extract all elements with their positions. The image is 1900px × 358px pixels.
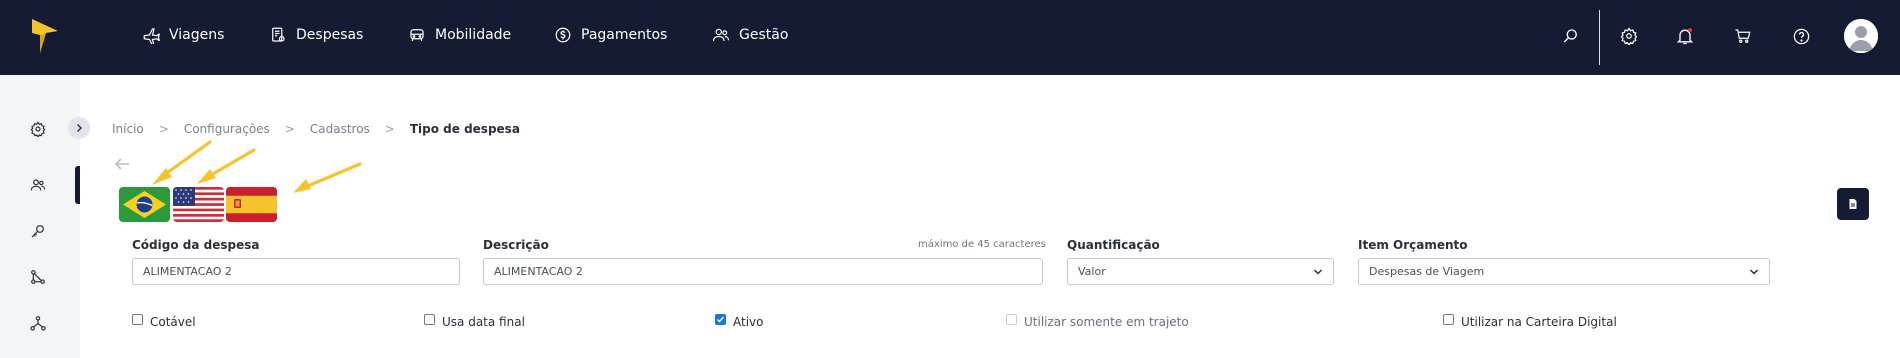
chevron-right-icon (77, 124, 82, 132)
nav-despesas-label: Despesas (296, 27, 364, 43)
top-navbar: Viagens Despesas Mobilidade Pagamentos G… (0, 0, 1900, 75)
car-icon (406, 24, 428, 46)
item-orcamento-label: Item Orçamento (1358, 238, 1468, 252)
key-icon[interactable] (26, 219, 50, 243)
codigo-label: Código da despesa (132, 238, 260, 252)
active-indicator (75, 166, 80, 204)
users-icon[interactable] (26, 173, 50, 197)
airplane-icon (140, 24, 162, 46)
flag-spain[interactable] (226, 187, 277, 222)
flag-usa[interactable] (173, 187, 224, 222)
quantificacao-label: Quantificação (1067, 238, 1160, 252)
item-orcamento-value: Despesas de Viagem (1369, 265, 1485, 278)
checkbox-carteira-digital[interactable]: Utilizar na Carteira Digital (1443, 314, 1617, 329)
nav-viagens[interactable]: Viagens (140, 22, 224, 48)
expand-sidebar-button[interactable] (68, 117, 90, 139)
breadcrumb-current: Tipo de despesa (409, 122, 520, 136)
bell-icon[interactable] (1672, 23, 1698, 49)
checkbox-box[interactable] (132, 314, 143, 325)
breadcrumb-separator: > (158, 122, 169, 136)
gear-icon[interactable] (1616, 23, 1642, 49)
nav-viagens-label: Viagens (169, 27, 225, 43)
gear-icon[interactable] (26, 117, 50, 141)
breadcrumb-cadastros[interactable]: Cadastros (310, 122, 370, 136)
nav-gestao[interactable]: Gestão (710, 22, 788, 48)
check-icon (716, 316, 725, 323)
left-rail (0, 75, 80, 358)
search-icon[interactable] (1558, 23, 1584, 49)
dollar-coin-icon (552, 24, 574, 46)
breadcrumb-configuracoes[interactable]: Configurações (184, 122, 270, 136)
codigo-value: ALIMENTACAO 2 (143, 265, 232, 278)
nav-gestao-label: Gestão (739, 27, 789, 43)
nav-mobilidade-label: Mobilidade (435, 27, 512, 43)
breadcrumb-separator: > (384, 122, 395, 136)
descricao-label: Descrição (483, 238, 549, 252)
checkbox-box[interactable] (1443, 314, 1454, 325)
hierarchy-icon[interactable] (26, 311, 50, 335)
checkbox-usa-data-final-label: Usa data final (442, 315, 525, 329)
breadcrumb: Início > Configurações > Cadastros > Tip… (112, 122, 520, 136)
nav-pagamentos-label: Pagamentos (581, 27, 668, 43)
checkbox-box[interactable] (424, 314, 435, 325)
checkbox-carteira-digital-label: Utilizar na Carteira Digital (1461, 315, 1617, 329)
receipt-icon (267, 24, 289, 46)
descricao-input[interactable]: ALIMENTACAO 2 (483, 258, 1043, 285)
descricao-hint: máximo de 45 caracteres (918, 239, 1046, 250)
chevron-down-icon (1749, 268, 1759, 275)
chevron-down-icon (1313, 268, 1323, 275)
breadcrumb-separator: > (284, 122, 295, 136)
checkbox-box-checked[interactable] (715, 314, 726, 325)
checkbox-box-disabled (1006, 314, 1017, 325)
document-icon (1849, 199, 1857, 209)
cart-icon[interactable] (1730, 23, 1756, 49)
codigo-input[interactable]: ALIMENTACAO 2 (132, 258, 460, 285)
logo[interactable] (30, 17, 60, 55)
breadcrumb-inicio[interactable]: Início (112, 122, 144, 136)
checkbox-somente-trajeto-label: Utilizar somente em trajeto (1024, 315, 1189, 329)
checkbox-cotavel-label: Cotável (150, 315, 196, 329)
flag-brazil[interactable] (119, 187, 170, 222)
quantificacao-value: Valor (1078, 265, 1106, 278)
document-button[interactable] (1837, 188, 1869, 220)
nav-despesas[interactable]: Despesas (267, 22, 363, 48)
checkbox-ativo-label: Ativo (733, 315, 764, 329)
checkbox-somente-trajeto: Utilizar somente em trajeto (1006, 314, 1189, 329)
checkbox-usa-data-final[interactable]: Usa data final (424, 314, 525, 329)
flow-icon[interactable] (26, 265, 50, 289)
avatar[interactable] (1844, 19, 1878, 53)
divider (1599, 10, 1600, 65)
nav-mobilidade[interactable]: Mobilidade (406, 22, 511, 48)
back-arrow-icon[interactable] (113, 155, 131, 173)
checkbox-ativo[interactable]: Ativo (715, 314, 764, 329)
item-orcamento-select[interactable]: Despesas de Viagem (1358, 258, 1770, 285)
descricao-value: ALIMENTACAO 2 (494, 265, 583, 278)
checkbox-cotavel[interactable]: Cotável (132, 314, 196, 329)
users-icon (710, 24, 732, 46)
nav-pagamentos[interactable]: Pagamentos (552, 22, 667, 48)
help-icon[interactable] (1788, 23, 1814, 49)
quantificacao-select[interactable]: Valor (1067, 258, 1334, 285)
